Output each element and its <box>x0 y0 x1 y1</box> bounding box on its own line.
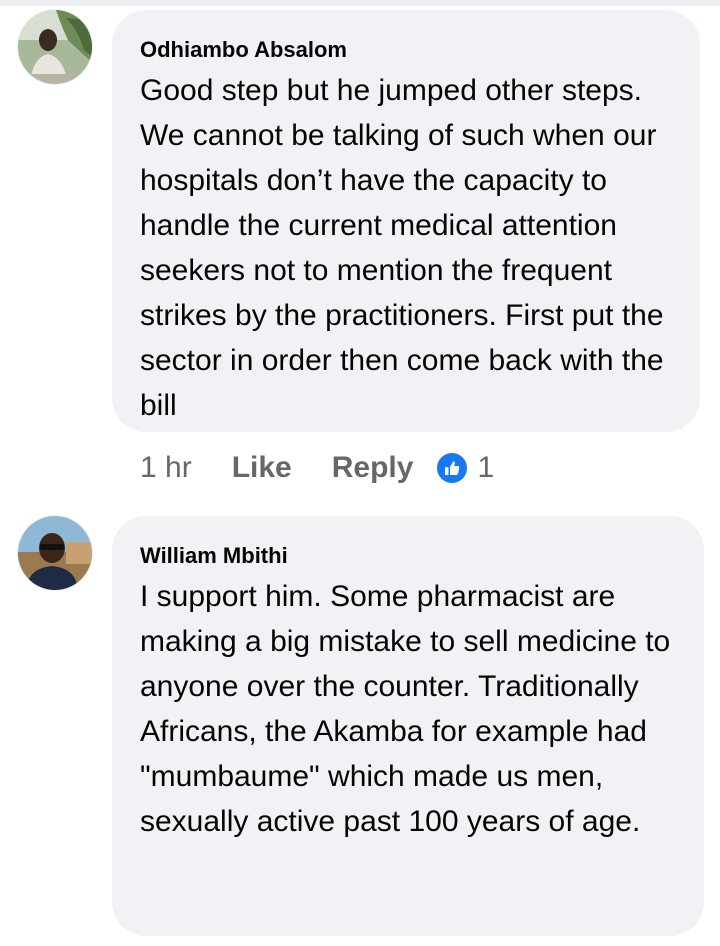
comment-author[interactable]: Odhiambo Absalom <box>140 36 676 64</box>
reaction-count[interactable]: 1 <box>477 451 494 485</box>
comment-text: Good step but he jumped other steps. We … <box>140 74 664 422</box>
avatar-photo-icon <box>18 10 92 84</box>
like-button[interactable]: Like <box>232 451 292 485</box>
avatar[interactable] <box>18 10 92 84</box>
comment-actions: 1 hr Like Reply 1 <box>140 446 494 490</box>
comment-text: I support him. Some pharmacist are makin… <box>140 580 671 838</box>
comment-timestamp[interactable]: 1 hr <box>140 451 192 485</box>
comment-bubble: William Mbithi I support him. Some pharm… <box>112 516 704 936</box>
comment-author[interactable]: William Mbithi <box>140 542 680 570</box>
comment-bubble: Odhiambo Absalom Good step but he jumped… <box>112 10 700 432</box>
reply-button[interactable]: Reply <box>332 451 414 485</box>
avatar-photo-icon <box>18 516 92 590</box>
top-divider <box>0 0 720 6</box>
thumbs-up-icon[interactable] <box>437 453 468 483</box>
avatar[interactable] <box>18 516 92 590</box>
